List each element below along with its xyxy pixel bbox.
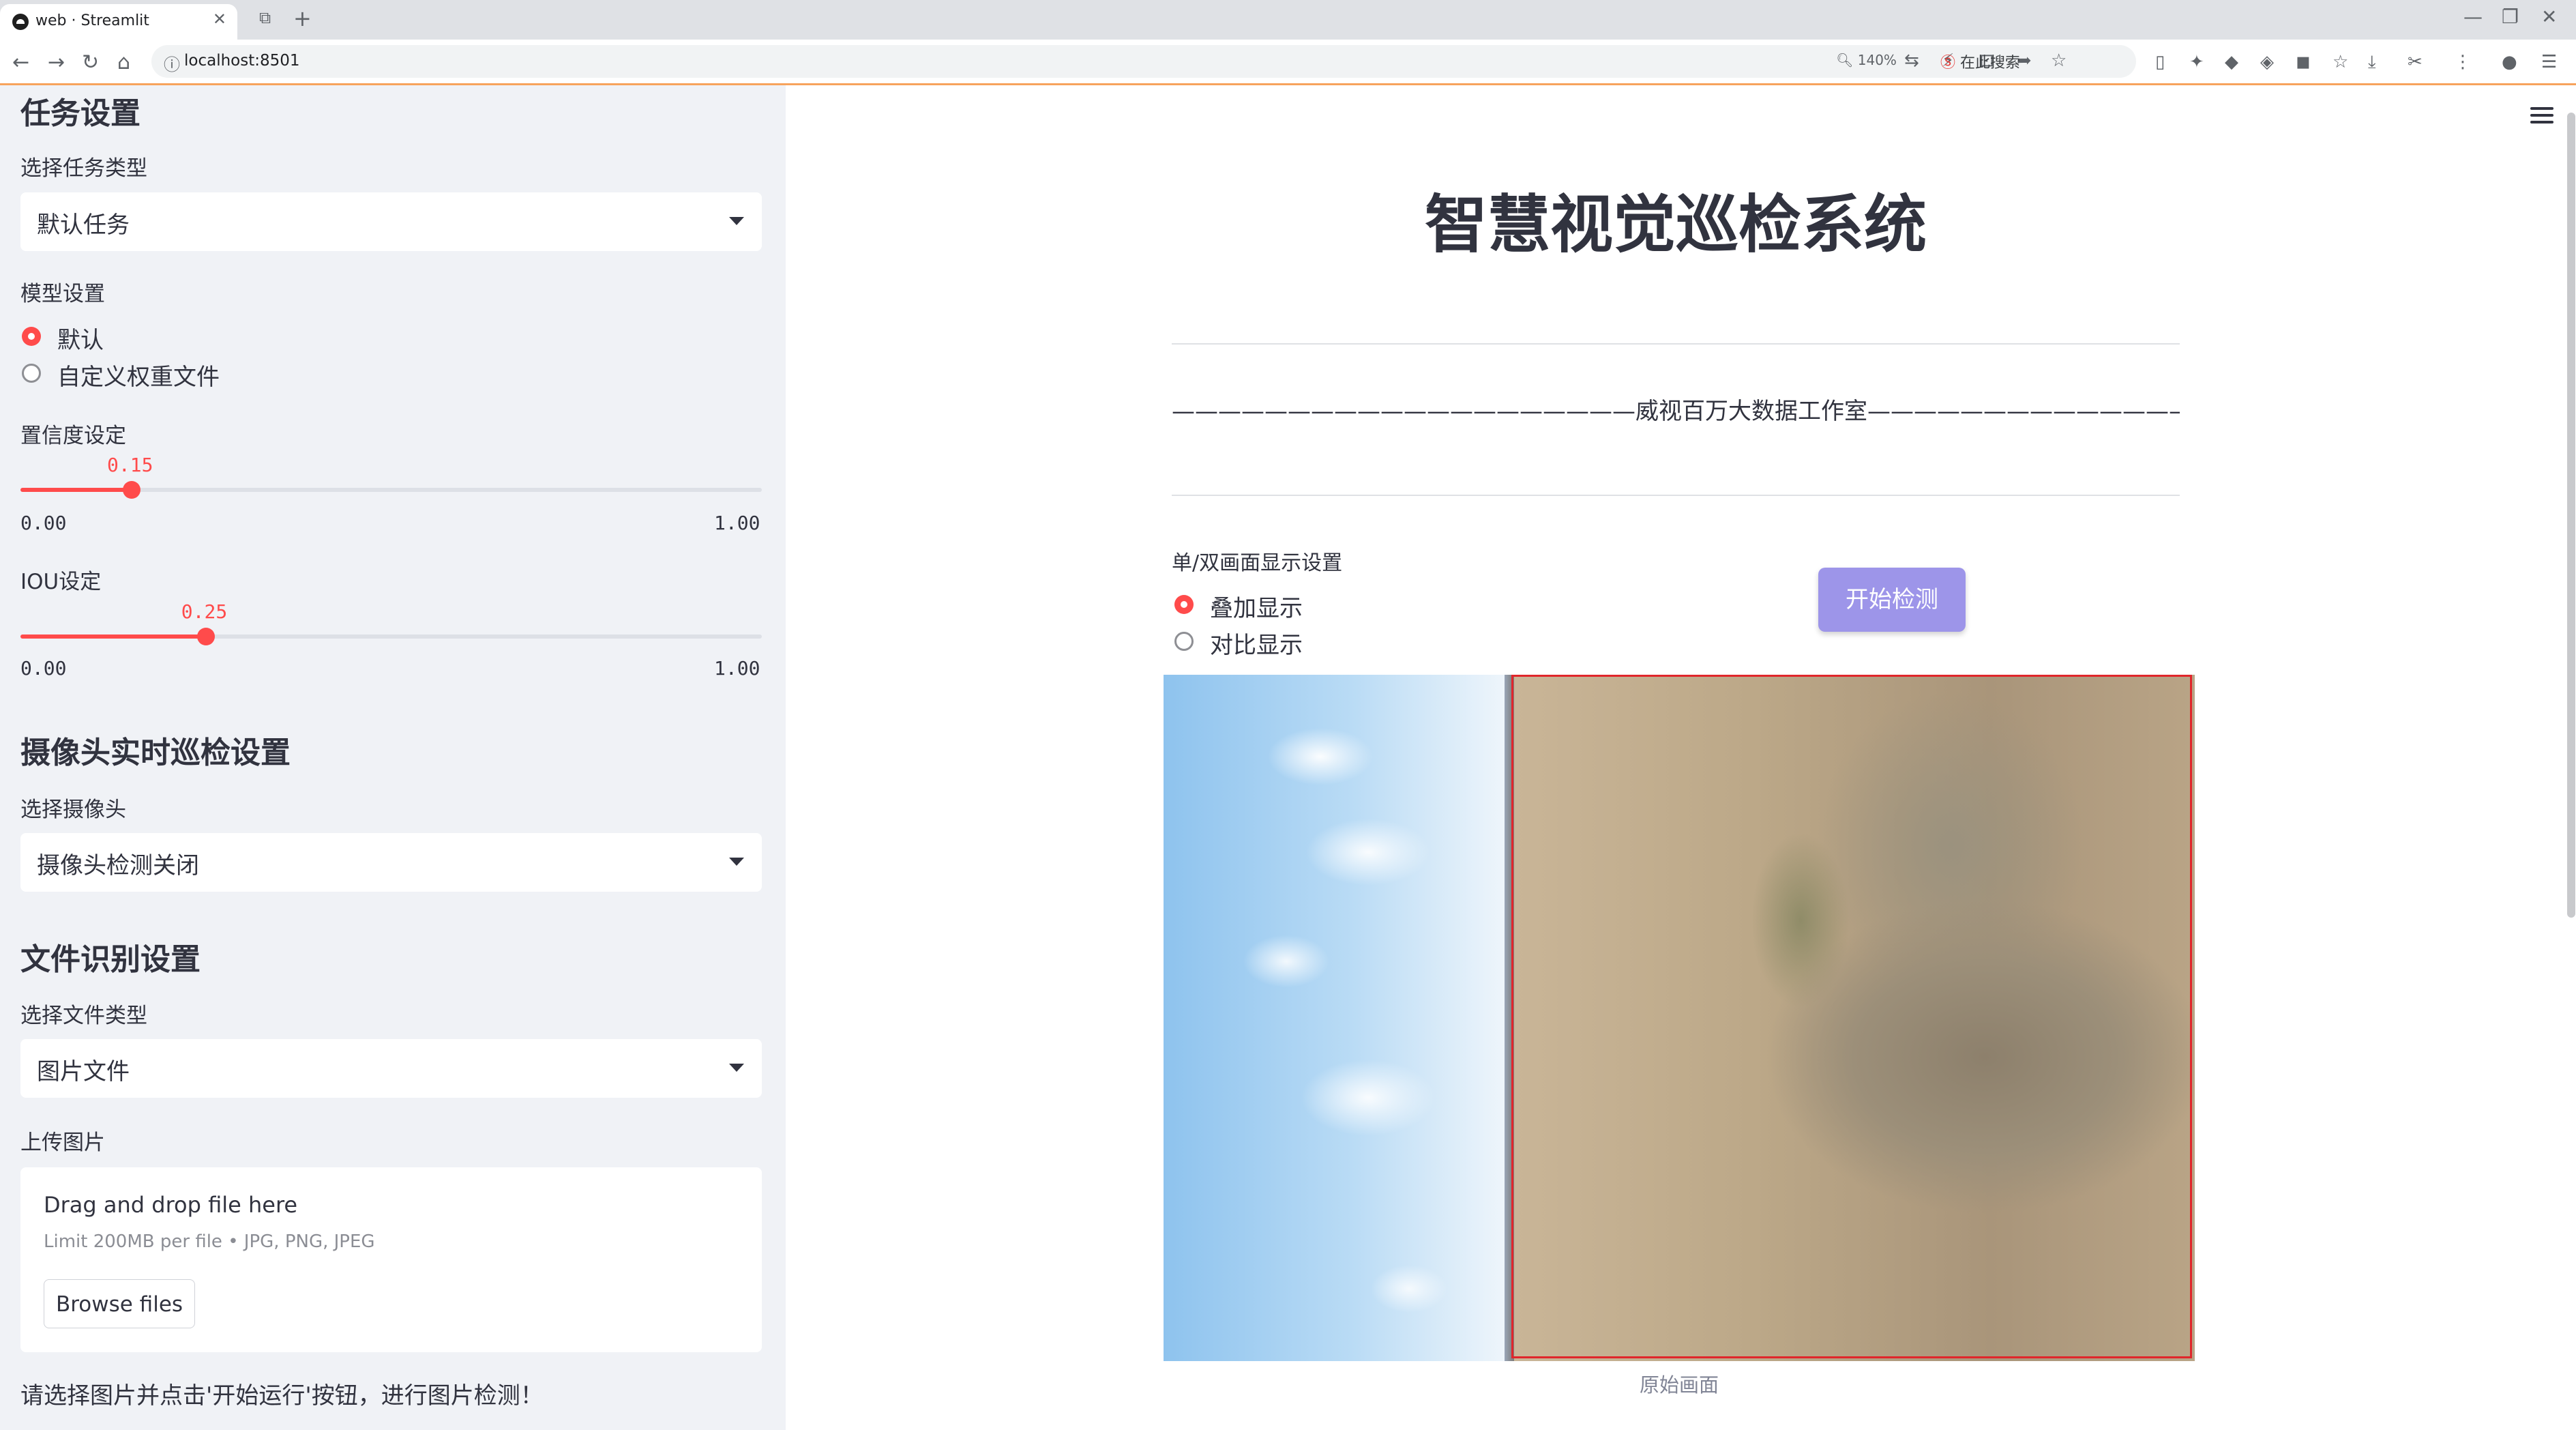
camera-section-title: 摄像头实时巡检设置	[20, 735, 291, 770]
camera-select[interactable]: 摄像头检测关闭	[20, 833, 762, 892]
dropzone-title: Drag and drop file here	[44, 1192, 298, 1218]
favorites-star-icon[interactable]: ☆	[2333, 52, 2348, 72]
task-type-value: 默认任务	[37, 211, 130, 239]
model-option-label: 默认	[57, 327, 104, 354]
image-caption: 原始画面	[1639, 1373, 1719, 1397]
scissors-icon[interactable]: ✂	[2408, 52, 2423, 72]
confidence-min: 0.00	[20, 512, 67, 534]
bookmark-star-icon[interactable]: ☆	[2051, 50, 2067, 71]
minimize-window-icon[interactable]: —	[2463, 5, 2483, 28]
zoom-level: 140%	[1857, 52, 1897, 68]
address-url[interactable]: localhost:8501	[184, 52, 300, 70]
file-section-title: 文件识别设置	[20, 942, 201, 977]
file-type-label: 选择文件类型	[20, 1004, 147, 1028]
tab-title: web · Streamlit	[35, 12, 149, 29]
radio-selected-icon[interactable]	[22, 327, 41, 346]
camera-value: 摄像头检测关闭	[37, 852, 199, 879]
start-detection-button[interactable]: 开始检测	[1818, 568, 1966, 632]
divider	[1172, 343, 2180, 345]
search-placeholder: 在此搜索	[1960, 55, 2021, 72]
display-option-label: 叠加显示	[1210, 595, 1303, 622]
browser-toolbar: ← → ↻ ⌂ ⓘ localhost:8501 🔍︎ 140% ⇆ ⚡︎ ⊡ …	[0, 40, 2576, 85]
search-box[interactable]: Ⓢ 在此搜索	[1940, 50, 2020, 72]
confidence-value: 0.15	[107, 454, 153, 476]
display-option-label: 对比显示	[1210, 632, 1303, 659]
download-icon[interactable]: ⤓	[2368, 52, 2376, 73]
file-type-value: 图片文件	[37, 1058, 130, 1085]
divider	[1172, 495, 2180, 496]
browse-files-button[interactable]: Browse files	[44, 1279, 195, 1328]
detection-bounding-box	[1511, 675, 2192, 1358]
reading-mode-icon[interactable]: ▯	[2155, 52, 2165, 72]
tab-groups-icon[interactable]: ⧉	[259, 8, 271, 27]
radio-unselected-icon[interactable]	[1174, 632, 1194, 651]
file-type-select[interactable]: 图片文件	[20, 1039, 762, 1098]
iou-slider[interactable]	[20, 628, 762, 645]
extension-icon-2[interactable]: ◆	[2225, 52, 2238, 72]
extension-icon-3[interactable]: ◈	[2260, 52, 2274, 72]
close-tab-icon[interactable]: ✕	[213, 10, 226, 29]
iou-label: IOU设定	[20, 570, 102, 594]
display-mode-label: 单/双画面显示设置	[1172, 551, 1343, 575]
confidence-slider-fill	[20, 488, 132, 492]
model-option-label: 自定义权重文件	[57, 364, 220, 391]
address-bar[interactable]: ⓘ localhost:8501 🔍︎ 140% ⇆ ⚡︎ ⊡ ➦ ☆	[151, 45, 2136, 78]
translate-icon[interactable]: ⇆	[1904, 50, 1919, 71]
site-info-icon[interactable]: ⓘ	[164, 51, 180, 75]
restore-window-icon[interactable]: ❐	[2502, 5, 2519, 28]
browser-menu-icon[interactable]: ☰	[2541, 52, 2557, 72]
detection-image	[1164, 675, 2195, 1361]
image-sky	[1164, 675, 1505, 1361]
iou-max: 1.00	[714, 657, 760, 680]
search-engine-icon: Ⓢ	[1940, 55, 1956, 72]
confidence-max: 1.00	[714, 512, 760, 534]
radio-unselected-icon[interactable]	[22, 364, 41, 383]
confidence-slider-thumb[interactable]	[123, 481, 141, 499]
streamlit-favicon-icon	[12, 14, 29, 30]
scrollbar[interactable]	[2567, 113, 2575, 918]
chevron-down-icon	[729, 1064, 744, 1072]
task-section-title: 任务设置	[20, 96, 140, 131]
browser-tabbar: web · Streamlit ✕ ⧉ + — ❐ ✕	[0, 0, 2576, 40]
sidebar-hint: 请选择图片并点击'开始运行'按钮，进行图片检测！	[20, 1382, 544, 1410]
profile-avatar-icon[interactable]: ●	[2502, 52, 2517, 72]
page-title: 智慧视觉巡检系统	[1424, 188, 1927, 261]
model-label: 模型设置	[20, 282, 105, 306]
browser-tab[interactable]: web · Streamlit ✕	[0, 4, 237, 40]
zoom-indicator[interactable]: 🔍︎ 140%	[1836, 52, 1897, 68]
radio-selected-icon[interactable]	[1174, 595, 1194, 614]
close-window-icon[interactable]: ✕	[2541, 5, 2557, 28]
reload-icon[interactable]: ↻	[82, 50, 99, 74]
chevron-down-icon	[729, 217, 744, 225]
task-type-label: 选择任务类型	[20, 156, 147, 181]
iou-slider-thumb[interactable]	[196, 628, 215, 645]
extension-icon-4[interactable]: ◼	[2296, 52, 2311, 72]
studio-line: ————————————————————威视百万大数据工作室——————————…	[1172, 398, 2180, 425]
home-icon[interactable]: ⌂	[117, 50, 130, 74]
confidence-slider[interactable]	[20, 481, 762, 499]
confidence-label: 置信度设定	[20, 424, 126, 448]
dropzone-limit: Limit 200MB per file • JPG, PNG, JPEG	[44, 1231, 375, 1252]
iou-min: 0.00	[20, 657, 67, 680]
task-type-select[interactable]: 默认任务	[20, 192, 762, 251]
main-content: 智慧视觉巡检系统 ————————————————————威视百万大数据工作室—…	[786, 85, 2576, 1430]
new-tab-icon[interactable]: +	[293, 5, 312, 31]
chevron-down-icon	[729, 858, 744, 866]
upload-label: 上传图片	[20, 1130, 105, 1155]
iou-slider-fill	[20, 634, 206, 639]
file-dropzone[interactable]: Drag and drop file here Limit 200MB per …	[20, 1167, 762, 1352]
extension-icon[interactable]: ✦	[2189, 52, 2204, 72]
hamburger-menu-icon[interactable]	[2530, 107, 2553, 123]
forward-icon[interactable]: →	[48, 50, 65, 74]
more-menu-icon[interactable]: ⋮	[2454, 52, 2472, 72]
back-icon[interactable]: ←	[12, 50, 29, 74]
iou-value: 0.25	[181, 600, 228, 623]
camera-label: 选择摄像头	[20, 798, 126, 822]
